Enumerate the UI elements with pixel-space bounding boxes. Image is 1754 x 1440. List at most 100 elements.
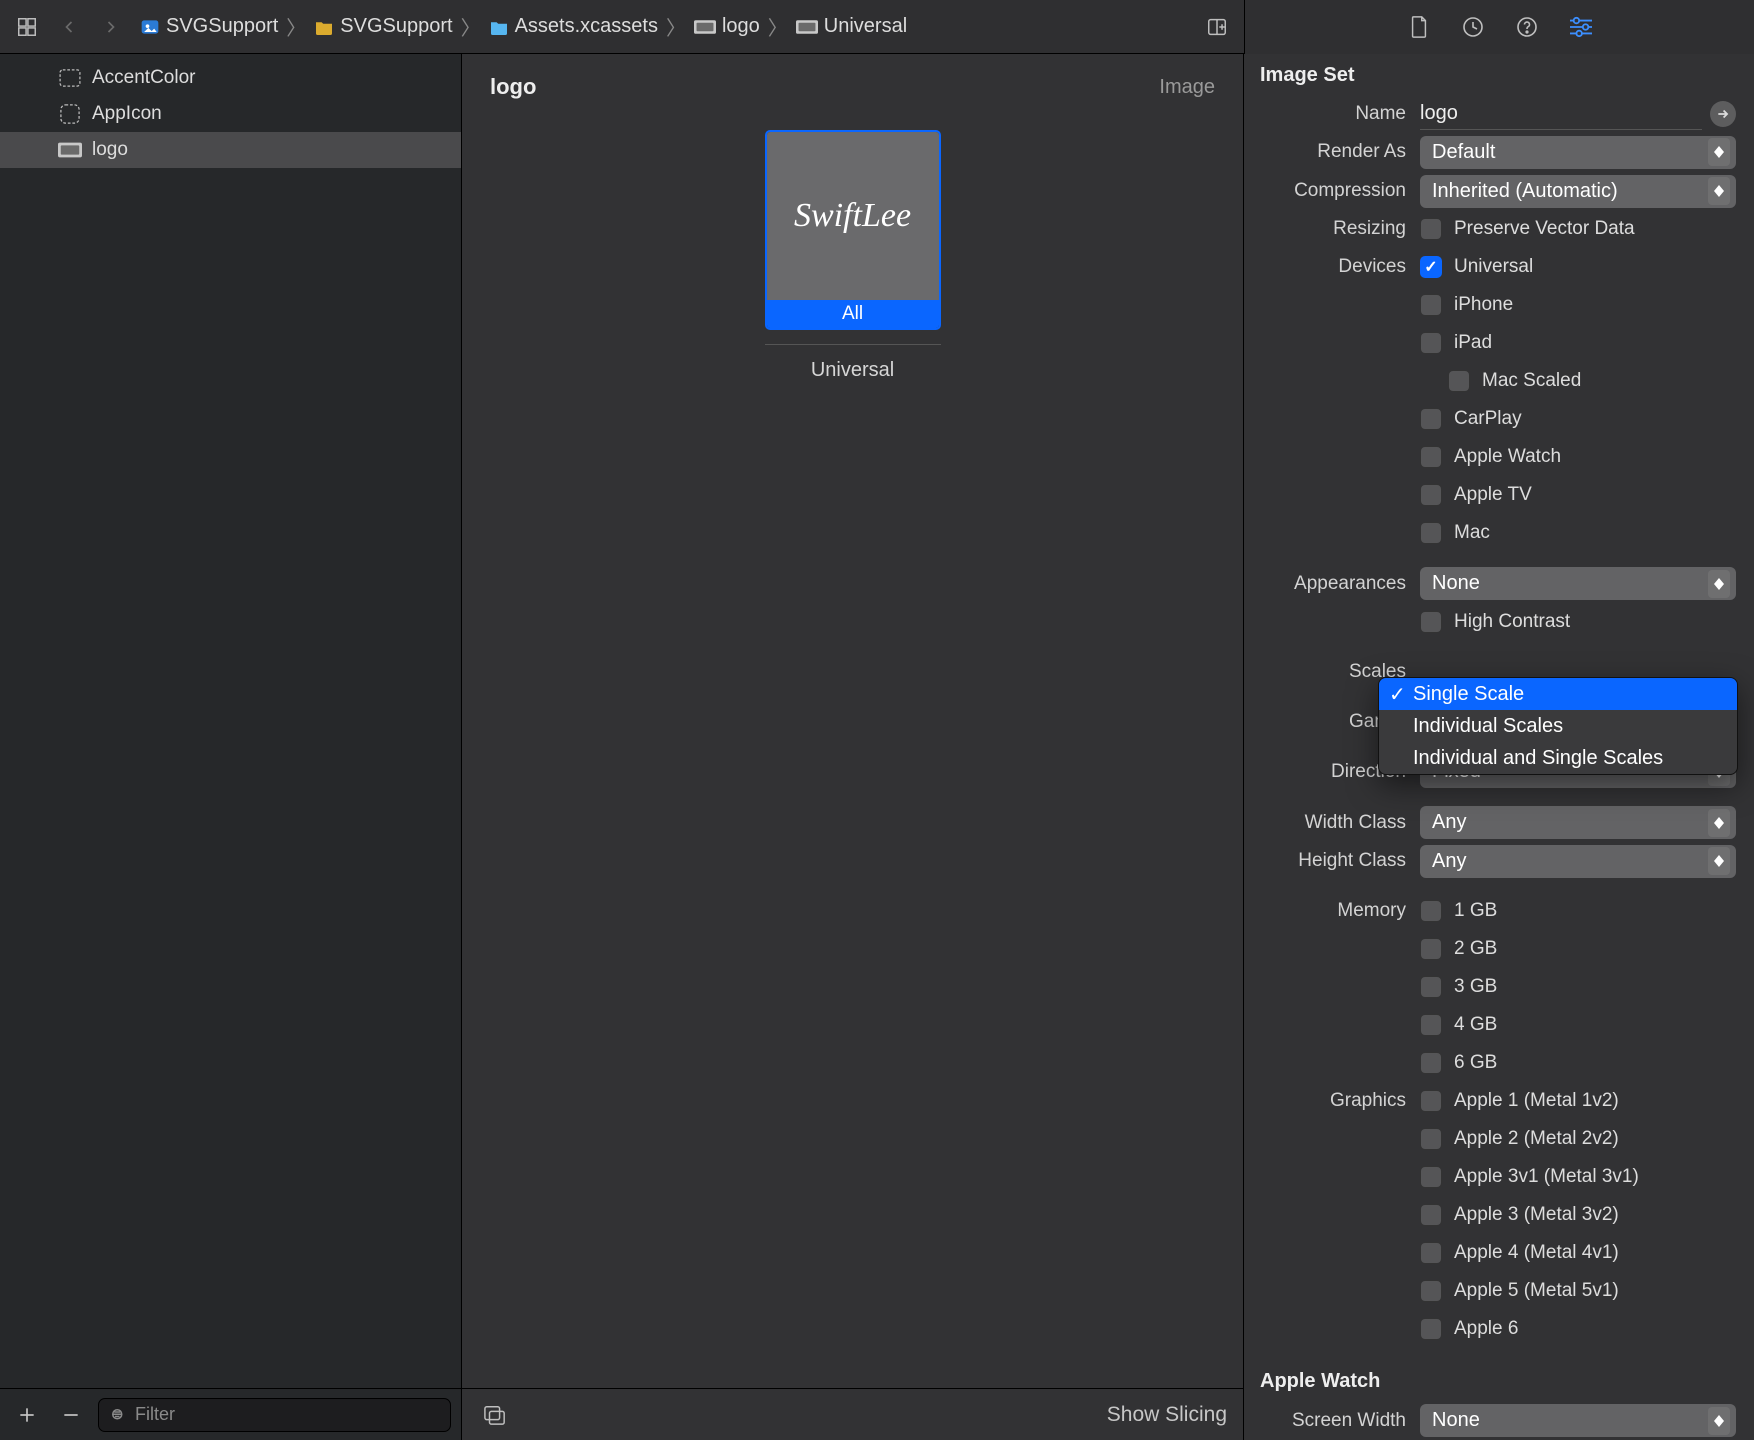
breadcrumb-label: logo (722, 15, 760, 38)
device-checkbox[interactable] (1420, 446, 1442, 468)
memory-checkbox[interactable] (1420, 1052, 1442, 1074)
render-as-label: Render As (1244, 141, 1420, 163)
render-as-select[interactable]: Default (1420, 136, 1736, 169)
scales-option[interactable]: Individual and Single Scales (1379, 742, 1737, 774)
device-checkbox[interactable] (1448, 370, 1470, 392)
check-icon: ✓ (1389, 682, 1406, 707)
memory-option-label: 3 GB (1454, 976, 1497, 998)
graphics-checkbox[interactable] (1420, 1128, 1442, 1150)
height-class-select[interactable]: Any (1420, 845, 1736, 878)
slicing-mode-icon[interactable] (478, 1398, 512, 1432)
graphics-option-label: Apple 1 (Metal 1v2) (1454, 1090, 1619, 1112)
inspector-tab-file[interactable] (1402, 10, 1436, 44)
screen-width-label: Screen Width (1244, 1410, 1420, 1432)
stepper-icon (1708, 1407, 1730, 1435)
graphics-option-label: Apple 6 (1454, 1318, 1518, 1340)
breadcrumb-label: SVGSupport (340, 15, 452, 38)
nav-forward-icon[interactable] (94, 10, 128, 44)
sidebar-item-accentcolor[interactable]: AccentColor (0, 60, 461, 96)
related-items-icon[interactable] (10, 10, 44, 44)
graphics-label: Graphics (1244, 1090, 1420, 1112)
width-class-label: Width Class (1244, 812, 1420, 834)
graphics-checkbox[interactable] (1420, 1090, 1442, 1112)
add-editor-icon[interactable] (1200, 10, 1234, 44)
graphics-checkbox[interactable] (1420, 1166, 1442, 1188)
nav-back-icon[interactable] (52, 10, 86, 44)
name-input[interactable] (1420, 98, 1702, 130)
resizing-label: Resizing (1244, 218, 1420, 240)
breadcrumb-item[interactable]: Assets.xcassets (485, 13, 662, 40)
graphics-checkbox[interactable] (1420, 1280, 1442, 1302)
colorset-icon (58, 69, 82, 87)
scales-option[interactable]: ✓ Single Scale (1379, 678, 1737, 710)
devices-label: Devices (1244, 256, 1420, 278)
screen-width-select[interactable]: None (1420, 1404, 1736, 1437)
memory-option-label: 4 GB (1454, 1014, 1497, 1036)
image-slot-label: All (767, 300, 939, 328)
device-checkbox[interactable] (1420, 408, 1442, 430)
graphics-checkbox[interactable] (1420, 1204, 1442, 1226)
device-checkbox[interactable] (1420, 332, 1442, 354)
memory-checkbox[interactable] (1420, 938, 1442, 960)
memory-checkbox[interactable] (1420, 976, 1442, 998)
device-checkbox[interactable] (1420, 256, 1442, 278)
sidebar-item-label: AppIcon (92, 103, 162, 125)
graphics-checkbox[interactable] (1420, 1242, 1442, 1264)
device-option-label: CarPlay (1454, 408, 1522, 430)
breadcrumb-item[interactable]: SVGSupport (310, 13, 456, 40)
preserve-vector-checkbox[interactable] (1420, 218, 1442, 240)
filter-input[interactable] (135, 1404, 440, 1425)
stepper-icon (1708, 570, 1730, 598)
breadcrumb: SVGSupport 〉 SVGSupport 〉 Assets.xcasset… (136, 12, 1192, 41)
width-class-select[interactable]: Any (1420, 806, 1736, 839)
screen-width-value: None (1432, 1409, 1480, 1432)
name-label: Name (1244, 103, 1420, 125)
sidebar-item-appicon[interactable]: AppIcon (0, 96, 461, 132)
height-class-value: Any (1432, 850, 1466, 873)
graphics-option-label: Apple 3 (Metal 3v2) (1454, 1204, 1619, 1226)
add-asset-button[interactable] (10, 1398, 44, 1432)
compression-label: Compression (1244, 180, 1420, 202)
chevron-right-icon: 〉 (664, 12, 688, 41)
remove-asset-button[interactable] (54, 1398, 88, 1432)
compression-select[interactable]: Inherited (Automatic) (1420, 175, 1736, 208)
breadcrumb-label: SVGSupport (166, 15, 278, 38)
memory-checkbox[interactable] (1420, 900, 1442, 922)
inspector-tab-help[interactable] (1510, 10, 1544, 44)
sidebar-item-logo[interactable]: logo (0, 132, 461, 168)
graphics-checkbox[interactable] (1420, 1318, 1442, 1340)
graphics-option-label: Apple 5 (Metal 5v1) (1454, 1280, 1619, 1302)
appicon-icon (58, 105, 82, 123)
scales-option-label: Individual and Single Scales (1413, 747, 1663, 770)
device-option-label: Universal (1454, 256, 1533, 278)
sidebar-item-label: AccentColor (92, 67, 196, 89)
inspector-tab-history[interactable] (1456, 10, 1490, 44)
memory-checkbox[interactable] (1420, 1014, 1442, 1036)
show-slicing-button[interactable]: Show Slicing (1107, 1403, 1227, 1427)
chevron-right-icon: 〉 (284, 12, 308, 41)
breadcrumb-item[interactable]: SVGSupport (136, 13, 282, 40)
height-class-label: Height Class (1244, 850, 1420, 872)
go-arrow-icon[interactable] (1710, 101, 1736, 127)
render-as-value: Default (1432, 141, 1495, 164)
filter-field[interactable] (98, 1398, 451, 1432)
inspector-tab-attributes[interactable] (1564, 10, 1598, 44)
breadcrumb-item[interactable]: logo (690, 13, 764, 40)
appearances-select[interactable]: None (1420, 567, 1736, 600)
memory-option-label: 2 GB (1454, 938, 1497, 960)
device-checkbox[interactable] (1420, 484, 1442, 506)
high-contrast-checkbox[interactable] (1420, 611, 1442, 633)
device-option-label: Mac Scaled (1482, 370, 1581, 392)
scales-option-label: Single Scale (1413, 683, 1524, 706)
device-checkbox[interactable] (1420, 294, 1442, 316)
scales-option[interactable]: Individual Scales (1379, 710, 1737, 742)
image-well[interactable]: SwiftLee All (765, 130, 941, 330)
stepper-icon (1708, 809, 1730, 837)
device-checkbox[interactable] (1420, 522, 1442, 544)
breadcrumb-item[interactable]: Universal (792, 13, 911, 40)
filter-icon (109, 1406, 127, 1424)
device-option-label: Apple Watch (1454, 446, 1561, 468)
scales-popup: ✓ Single Scale Individual Scales Individ… (1378, 677, 1738, 775)
appearances-label: Appearances (1244, 573, 1420, 595)
asset-outline: AccentColor AppIcon logo (0, 54, 461, 1388)
